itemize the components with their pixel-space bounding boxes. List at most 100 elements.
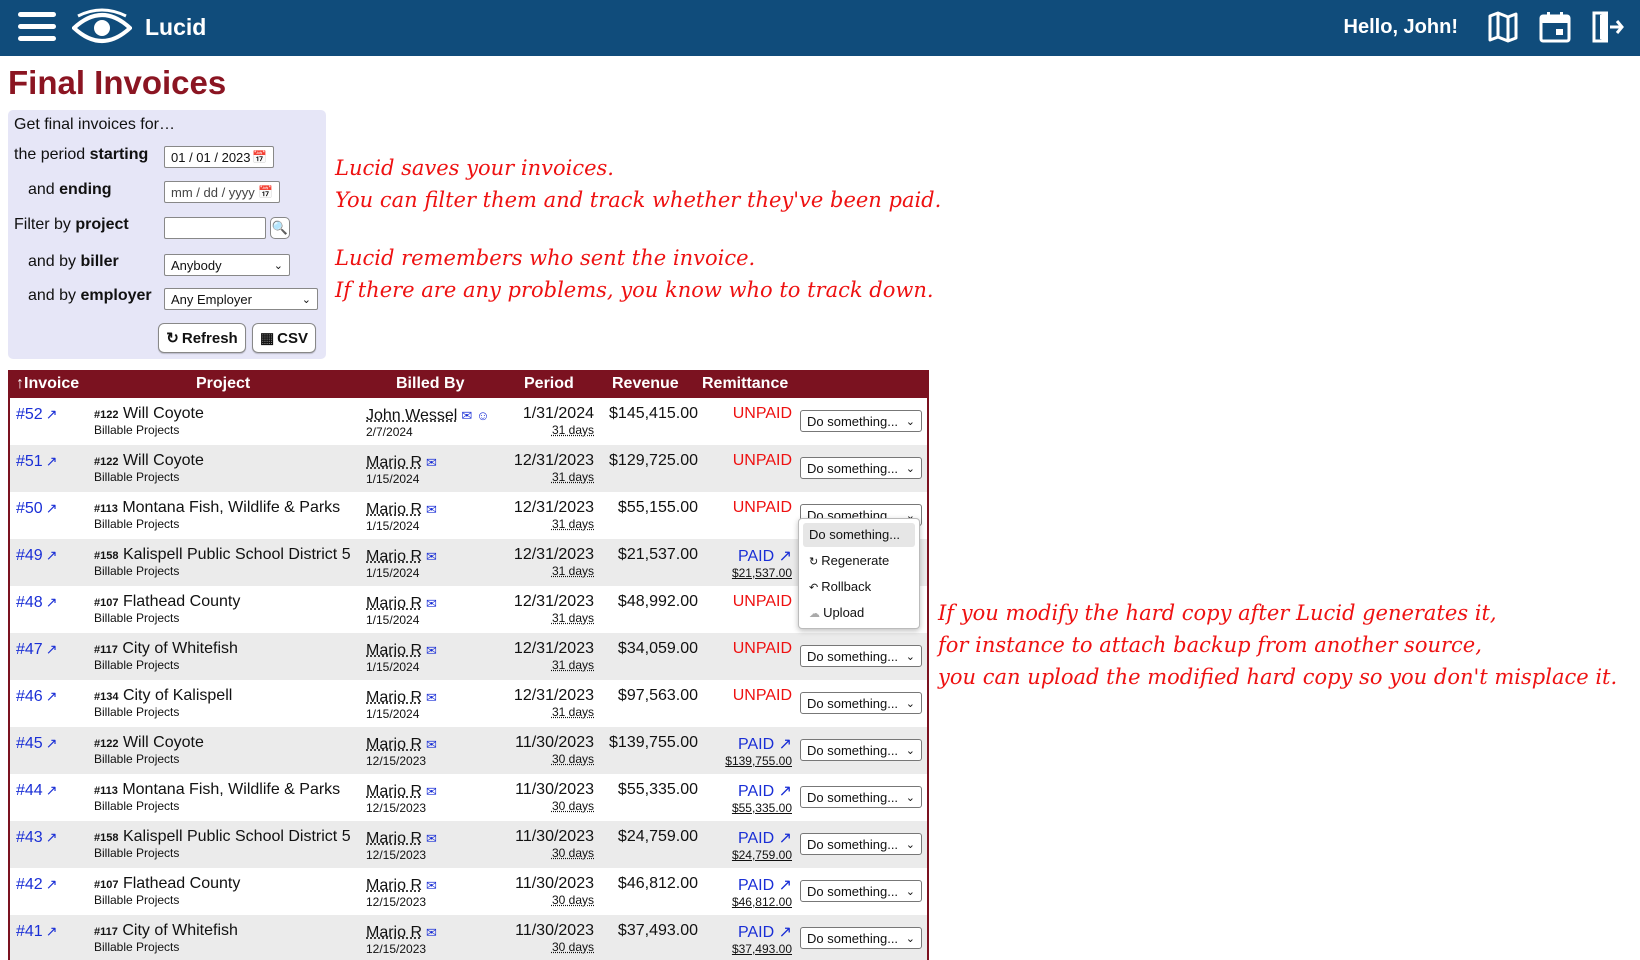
action-select[interactable]: Do something... ⌄: [800, 457, 922, 479]
mail-icon[interactable]: ✉: [426, 878, 437, 893]
action-select[interactable]: Do something... ⌄: [800, 692, 922, 714]
mail-icon[interactable]: ✉: [426, 737, 437, 752]
biller-name[interactable]: Mario R: [366, 689, 422, 706]
remittance-status[interactable]: PAID ↗: [672, 875, 792, 895]
mail-icon[interactable]: ✉: [426, 690, 437, 705]
eye-logo-icon[interactable]: [72, 8, 132, 48]
mail-icon[interactable]: ✉: [426, 925, 437, 940]
invoice-link[interactable]: #49 ↗: [16, 547, 57, 565]
invoice-link[interactable]: #52 ↗: [16, 406, 57, 424]
regenerate-icon: ↻: [809, 556, 822, 568]
map-icon[interactable]: [1486, 10, 1520, 44]
start-date-input[interactable]: 01 / 01 / 2023 📅: [164, 146, 274, 168]
biller-name[interactable]: Mario R: [366, 548, 422, 565]
page-title: Final Invoices: [8, 64, 227, 101]
project-cell: #122 Will Coyote Billable Projects: [94, 452, 204, 484]
period-cell: 11/30/2023 30 days: [515, 922, 594, 954]
project-cell: #134 City of Kalispell Billable Projects: [94, 687, 233, 719]
chevron-down-icon: ⌄: [905, 885, 915, 898]
project-filter-input[interactable]: [164, 217, 266, 239]
external-link-icon: ↗: [45, 923, 58, 939]
chevron-down-icon: ⌄: [905, 650, 915, 663]
action-select[interactable]: Do something... ⌄: [800, 786, 922, 808]
mail-icon[interactable]: ✉: [426, 455, 437, 470]
sort-invoice-header[interactable]: ↑Invoice: [16, 375, 79, 393]
action-select[interactable]: Do something... ⌄: [800, 645, 922, 667]
mail-icon[interactable]: ✉: [426, 831, 437, 846]
invoice-link[interactable]: #46 ↗: [16, 688, 57, 706]
remittance-cell: UNPAID: [672, 640, 792, 658]
invoice-link[interactable]: #43 ↗: [16, 829, 57, 847]
table-row: #47 ↗ #117 City of Whitefish Billable Proje…: [10, 633, 927, 680]
invoice-link[interactable]: #45 ↗: [16, 735, 57, 753]
biller-name[interactable]: Mario R: [366, 877, 422, 894]
biller-name[interactable]: Mario R: [366, 924, 422, 941]
biller-name[interactable]: Mario R: [366, 783, 422, 800]
remittance-cell: PAID ↗ $24,759.00: [672, 828, 792, 862]
period-end-label: and ending: [28, 181, 112, 198]
biller-name[interactable]: Mario R: [366, 454, 422, 471]
logout-icon[interactable]: [1590, 10, 1624, 44]
external-link-icon: ↗: [45, 641, 58, 657]
mail-icon[interactable]: ✉: [426, 502, 437, 517]
external-link-icon: ↗: [45, 453, 58, 469]
remittance-cell: PAID ↗ $21,537.00: [672, 546, 792, 580]
menu-icon[interactable]: [18, 12, 56, 44]
biller-name[interactable]: Mario R: [366, 830, 422, 847]
dropdown-option-rollback[interactable]: ↶ Rollback: [803, 575, 915, 599]
filter-panel: Get final invoices for… the period start…: [8, 110, 326, 359]
remittance-status[interactable]: PAID ↗: [672, 781, 792, 801]
biller-name[interactable]: Mario R: [366, 736, 422, 753]
remittance-status[interactable]: PAID ↗: [672, 546, 792, 566]
mail-icon[interactable]: ✉: [426, 596, 437, 611]
paid-amount: $139,755.00: [725, 754, 792, 768]
chevron-down-icon: ⌄: [905, 791, 915, 804]
remittance-cell: UNPAID: [672, 499, 792, 517]
biller-select[interactable]: Anybody ⌄: [164, 254, 290, 276]
dropdown-option-regenerate[interactable]: ↻ Regenerate: [803, 549, 915, 573]
dropdown-option-default[interactable]: Do something...: [803, 523, 915, 547]
action-select[interactable]: Do something... ⌄: [800, 410, 922, 432]
remittance-cell: UNPAID: [672, 452, 792, 470]
calendar-picker-icon[interactable]: 📅: [252, 150, 267, 164]
period-cell: 11/30/2023 30 days: [515, 828, 594, 860]
invoice-link[interactable]: #51 ↗: [16, 453, 57, 471]
period-cell: 12/31/2023 31 days: [513, 499, 594, 531]
mail-icon[interactable]: ✉: [461, 408, 472, 423]
refresh-button[interactable]: ↻ Refresh: [158, 323, 246, 353]
mail-icon[interactable]: ✉: [426, 784, 437, 799]
biller-name[interactable]: Mario R: [366, 595, 422, 612]
remittance-status[interactable]: PAID ↗: [672, 828, 792, 848]
invoice-link[interactable]: #47 ↗: [16, 641, 57, 659]
biller-name[interactable]: Mario R: [366, 642, 422, 659]
invoice-link[interactable]: #41 ↗: [16, 923, 57, 941]
action-select[interactable]: Do something... ⌄: [800, 739, 922, 761]
annotation-upload: If you modify the hard copy after Lucid …: [938, 601, 1618, 689]
calendar-picker-icon[interactable]: 📅: [258, 185, 273, 199]
invoice-link[interactable]: #42 ↗: [16, 876, 57, 894]
billed-by-cell: Mario R ✉ 1/15/2024: [366, 689, 437, 721]
period-cell: 12/31/2023 31 days: [513, 687, 594, 719]
action-select[interactable]: Do something... ⌄: [800, 927, 922, 949]
search-icon[interactable]: 🔍: [270, 217, 290, 239]
external-link-icon: ↗: [45, 594, 58, 610]
action-select[interactable]: Do something... ⌄: [800, 833, 922, 855]
csv-button[interactable]: ▦ CSV: [252, 323, 316, 353]
remittance-status[interactable]: PAID ↗: [672, 922, 792, 942]
calendar-icon[interactable]: [1538, 10, 1572, 44]
employer-select[interactable]: Any Employer ⌄: [164, 288, 318, 310]
end-date-input[interactable]: mm / dd / yyyy 📅: [164, 181, 280, 203]
action-select[interactable]: Do something... ⌄: [800, 880, 922, 902]
invoice-link[interactable]: #50 ↗: [16, 500, 57, 518]
mail-icon[interactable]: ✉: [426, 643, 437, 658]
mail-icon[interactable]: ✉: [426, 549, 437, 564]
invoice-link[interactable]: #44 ↗: [16, 782, 57, 800]
revenue-header: Revenue: [612, 375, 679, 392]
period-cell: 12/31/2023 31 days: [513, 640, 594, 672]
dropdown-option-upload[interactable]: ☁ Upload: [803, 601, 915, 625]
biller-name[interactable]: Mario R: [366, 501, 422, 518]
period-cell: 1/31/2024 31 days: [522, 405, 594, 437]
biller-name[interactable]: John Wessel: [366, 407, 457, 424]
remittance-status[interactable]: PAID ↗: [672, 734, 792, 754]
invoice-link[interactable]: #48 ↗: [16, 594, 57, 612]
